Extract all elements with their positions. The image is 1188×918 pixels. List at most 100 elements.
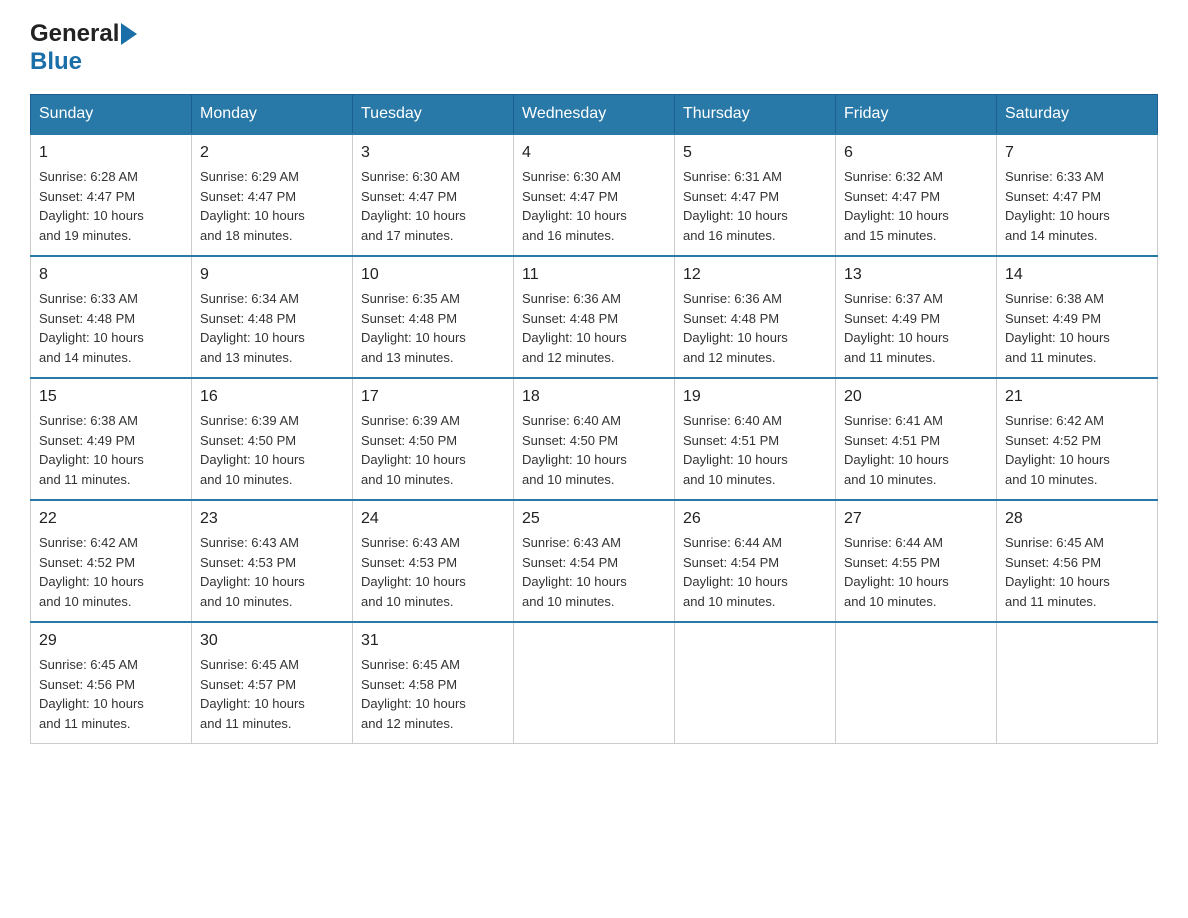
day-number: 24 [361, 507, 505, 531]
day-number: 3 [361, 141, 505, 165]
calendar-cell: 26 Sunrise: 6:44 AMSunset: 4:54 PMDayligh… [675, 500, 836, 622]
page-header: General Blue [30, 20, 1158, 76]
calendar-cell: 20 Sunrise: 6:41 AMSunset: 4:51 PMDayligh… [836, 378, 997, 500]
day-info: Sunrise: 6:45 AMSunset: 4:58 PMDaylight:… [361, 657, 466, 731]
day-number: 30 [200, 629, 344, 653]
day-number: 13 [844, 263, 988, 287]
calendar-cell: 24 Sunrise: 6:43 AMSunset: 4:53 PMDayligh… [353, 500, 514, 622]
day-number: 19 [683, 385, 827, 409]
day-number: 11 [522, 263, 666, 287]
day-number: 4 [522, 141, 666, 165]
calendar-cell: 16 Sunrise: 6:39 AMSunset: 4:50 PMDayligh… [192, 378, 353, 500]
day-number: 27 [844, 507, 988, 531]
day-info: Sunrise: 6:35 AMSunset: 4:48 PMDaylight:… [361, 291, 466, 365]
day-info: Sunrise: 6:41 AMSunset: 4:51 PMDaylight:… [844, 413, 949, 487]
day-info: Sunrise: 6:38 AMSunset: 4:49 PMDaylight:… [39, 413, 144, 487]
day-info: Sunrise: 6:32 AMSunset: 4:47 PMDaylight:… [844, 169, 949, 243]
day-info: Sunrise: 6:43 AMSunset: 4:54 PMDaylight:… [522, 535, 627, 609]
day-info: Sunrise: 6:34 AMSunset: 4:48 PMDaylight:… [200, 291, 305, 365]
header-tuesday: Tuesday [353, 95, 514, 135]
day-info: Sunrise: 6:31 AMSunset: 4:47 PMDaylight:… [683, 169, 788, 243]
day-info: Sunrise: 6:36 AMSunset: 4:48 PMDaylight:… [522, 291, 627, 365]
calendar-cell: 15 Sunrise: 6:38 AMSunset: 4:49 PMDayligh… [31, 378, 192, 500]
day-number: 23 [200, 507, 344, 531]
calendar-cell: 18 Sunrise: 6:40 AMSunset: 4:50 PMDayligh… [514, 378, 675, 500]
calendar-week-row: 1Sunrise: 6:28 AMSunset: 4:47 PMDaylight… [31, 134, 1158, 256]
day-number: 15 [39, 385, 183, 409]
calendar-cell: 19Sunrise: 6:40 AMSunset: 4:51 PMDayligh… [675, 378, 836, 500]
calendar-cell: 21Sunrise: 6:42 AMSunset: 4:52 PMDayligh… [997, 378, 1158, 500]
calendar-cell: 17Sunrise: 6:39 AMSunset: 4:50 PMDayligh… [353, 378, 514, 500]
calendar-table: SundayMondayTuesdayWednesdayThursdayFrid… [30, 94, 1158, 744]
calendar-cell: 27 Sunrise: 6:44 AMSunset: 4:55 PMDayligh… [836, 500, 997, 622]
day-info: Sunrise: 6:39 AMSunset: 4:50 PMDaylight:… [200, 413, 305, 487]
day-number: 16 [200, 385, 344, 409]
calendar-cell: 12Sunrise: 6:36 AMSunset: 4:48 PMDayligh… [675, 256, 836, 378]
day-info: Sunrise: 6:45 AMSunset: 4:56 PMDaylight:… [1005, 535, 1110, 609]
day-info: Sunrise: 6:30 AMSunset: 4:47 PMDaylight:… [361, 169, 466, 243]
calendar-week-row: 15 Sunrise: 6:38 AMSunset: 4:49 PMDayligh… [31, 378, 1158, 500]
calendar-week-row: 29Sunrise: 6:45 AMSunset: 4:56 PMDayligh… [31, 622, 1158, 744]
day-number: 9 [200, 263, 344, 287]
day-info: Sunrise: 6:44 AMSunset: 4:54 PMDaylight:… [683, 535, 788, 609]
calendar-cell: 6 Sunrise: 6:32 AMSunset: 4:47 PMDaylight… [836, 134, 997, 256]
calendar-cell: 30 Sunrise: 6:45 AMSunset: 4:57 PMDayligh… [192, 622, 353, 744]
calendar-week-row: 22 Sunrise: 6:42 AMSunset: 4:52 PMDayligh… [31, 500, 1158, 622]
logo-blue-text: Blue [30, 48, 82, 75]
day-number: 18 [522, 385, 666, 409]
header-thursday: Thursday [675, 95, 836, 135]
calendar-cell [514, 622, 675, 744]
day-info: Sunrise: 6:43 AMSunset: 4:53 PMDaylight:… [361, 535, 466, 609]
calendar-cell: 1Sunrise: 6:28 AMSunset: 4:47 PMDaylight… [31, 134, 192, 256]
calendar-cell: 8Sunrise: 6:33 AMSunset: 4:48 PMDaylight… [31, 256, 192, 378]
day-number: 31 [361, 629, 505, 653]
day-info: Sunrise: 6:29 AMSunset: 4:47 PMDaylight:… [200, 169, 305, 243]
day-number: 2 [200, 141, 344, 165]
day-number: 25 [522, 507, 666, 531]
calendar-cell: 25 Sunrise: 6:43 AMSunset: 4:54 PMDayligh… [514, 500, 675, 622]
day-info: Sunrise: 6:40 AMSunset: 4:50 PMDaylight:… [522, 413, 627, 487]
day-number: 10 [361, 263, 505, 287]
calendar-cell: 4 Sunrise: 6:30 AMSunset: 4:47 PMDaylight… [514, 134, 675, 256]
day-number: 26 [683, 507, 827, 531]
calendar-cell: 5 Sunrise: 6:31 AMSunset: 4:47 PMDaylight… [675, 134, 836, 256]
calendar-cell [836, 622, 997, 744]
calendar-cell: 29Sunrise: 6:45 AMSunset: 4:56 PMDayligh… [31, 622, 192, 744]
logo-arrow-icon [121, 23, 137, 45]
day-info: Sunrise: 6:45 AMSunset: 4:56 PMDaylight:… [39, 657, 144, 731]
day-number: 28 [1005, 507, 1149, 531]
day-number: 6 [844, 141, 988, 165]
calendar-cell: 10 Sunrise: 6:35 AMSunset: 4:48 PMDayligh… [353, 256, 514, 378]
day-number: 8 [39, 263, 183, 287]
header-sunday: Sunday [31, 95, 192, 135]
day-info: Sunrise: 6:42 AMSunset: 4:52 PMDaylight:… [1005, 413, 1110, 487]
calendar-cell: 3 Sunrise: 6:30 AMSunset: 4:47 PMDaylight… [353, 134, 514, 256]
calendar-cell: 31 Sunrise: 6:45 AMSunset: 4:58 PMDayligh… [353, 622, 514, 744]
day-info: Sunrise: 6:30 AMSunset: 4:47 PMDaylight:… [522, 169, 627, 243]
calendar-cell [675, 622, 836, 744]
calendar-cell: 14Sunrise: 6:38 AMSunset: 4:49 PMDayligh… [997, 256, 1158, 378]
day-info: Sunrise: 6:43 AMSunset: 4:53 PMDaylight:… [200, 535, 305, 609]
day-info: Sunrise: 6:36 AMSunset: 4:48 PMDaylight:… [683, 291, 788, 365]
calendar-cell: 11 Sunrise: 6:36 AMSunset: 4:48 PMDayligh… [514, 256, 675, 378]
calendar-cell [997, 622, 1158, 744]
logo: General Blue [30, 20, 139, 76]
calendar-cell: 7Sunrise: 6:33 AMSunset: 4:47 PMDaylight… [997, 134, 1158, 256]
header-monday: Monday [192, 95, 353, 135]
calendar-cell: 2 Sunrise: 6:29 AMSunset: 4:47 PMDaylight… [192, 134, 353, 256]
logo-text: General [30, 20, 119, 48]
day-info: Sunrise: 6:33 AMSunset: 4:47 PMDaylight:… [1005, 169, 1110, 243]
day-info: Sunrise: 6:44 AMSunset: 4:55 PMDaylight:… [844, 535, 949, 609]
calendar-cell: 13 Sunrise: 6:37 AMSunset: 4:49 PMDayligh… [836, 256, 997, 378]
day-info: Sunrise: 6:39 AMSunset: 4:50 PMDaylight:… [361, 413, 466, 487]
day-info: Sunrise: 6:42 AMSunset: 4:52 PMDaylight:… [39, 535, 144, 609]
day-number: 20 [844, 385, 988, 409]
header-saturday: Saturday [997, 95, 1158, 135]
header-wednesday: Wednesday [514, 95, 675, 135]
day-number: 1 [39, 141, 183, 165]
day-number: 5 [683, 141, 827, 165]
day-info: Sunrise: 6:45 AMSunset: 4:57 PMDaylight:… [200, 657, 305, 731]
day-info: Sunrise: 6:37 AMSunset: 4:49 PMDaylight:… [844, 291, 949, 365]
day-number: 22 [39, 507, 183, 531]
day-info: Sunrise: 6:38 AMSunset: 4:49 PMDaylight:… [1005, 291, 1110, 365]
